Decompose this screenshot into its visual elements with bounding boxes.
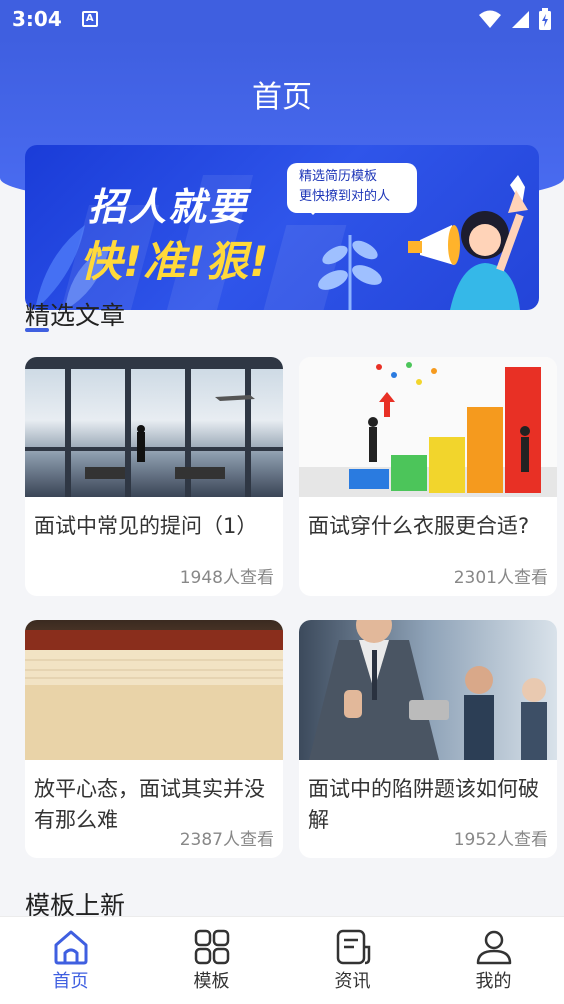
article-image-books [25, 620, 283, 760]
article-image-business-meeting [299, 620, 557, 760]
page-title: 首页 [252, 80, 312, 115]
article-views: 2301人查看 [453, 568, 548, 588]
growth-chart-icon [299, 362, 557, 497]
banner-speech-bubble: 精选简历模板 更快撩到对的人 [287, 163, 417, 215]
grid-icon [194, 929, 229, 965]
article-views: 1952人查看 [453, 830, 548, 850]
article-card[interactable]: 面试中的陷阱题该如何破解 1952人查看 [299, 620, 557, 858]
tab-label: 资讯 [334, 971, 371, 992]
signal-icon [512, 11, 529, 28]
bubble-line-1: 精选简历模板 [299, 169, 378, 184]
section-underline [25, 328, 49, 332]
status-time: 3:04 [12, 7, 62, 31]
article-title: 面试穿什么衣服更合适? [308, 514, 530, 538]
banner-slogan: 快!准!狠! [80, 237, 270, 286]
bubble-line-2: 更快撩到对的人 [299, 189, 391, 204]
tab-home[interactable]: 首页 [0, 917, 141, 1004]
article-image-airport [25, 357, 283, 497]
tab-label: 模板 [193, 971, 230, 992]
status-bar: 3:04 A [0, 0, 564, 38]
article-card[interactable]: 放平心态，面试其实并没有那么难 2387人查看 [25, 620, 283, 858]
business-people-icon [309, 620, 547, 760]
battery-icon [539, 8, 551, 30]
airport-window-icon [25, 357, 283, 497]
tab-templates[interactable]: 模板 [141, 917, 282, 1004]
user-icon [476, 930, 511, 965]
tab-profile[interactable]: 我的 [423, 917, 564, 1004]
status-icons [478, 8, 552, 30]
article-title: 面试中常见的提问（1） [34, 514, 258, 538]
tab-news[interactable]: 资讯 [282, 917, 423, 1004]
plant-decoration-icon [318, 235, 382, 310]
article-card[interactable]: 面试中常见的提问（1） 1948人查看 [25, 357, 283, 596]
article-views: 2387人查看 [179, 830, 274, 850]
bottom-tab-bar: 首页 模板 资讯 我的 [0, 916, 564, 1004]
news-icon [336, 929, 370, 965]
article-image-bar-chart [299, 357, 557, 497]
books-icon [25, 630, 283, 760]
banner-headline: 招人就要 [88, 185, 249, 229]
tab-label: 首页 [52, 971, 89, 992]
article-views: 1948人查看 [179, 568, 274, 588]
notification-icon: A [81, 11, 98, 27]
section-title-articles: 精选文章 [25, 301, 126, 330]
tab-label: 我的 [475, 971, 512, 992]
wifi-icon [479, 10, 501, 28]
home-icon [54, 930, 87, 965]
article-card[interactable]: 面试穿什么衣服更合适? 2301人查看 [299, 357, 557, 596]
